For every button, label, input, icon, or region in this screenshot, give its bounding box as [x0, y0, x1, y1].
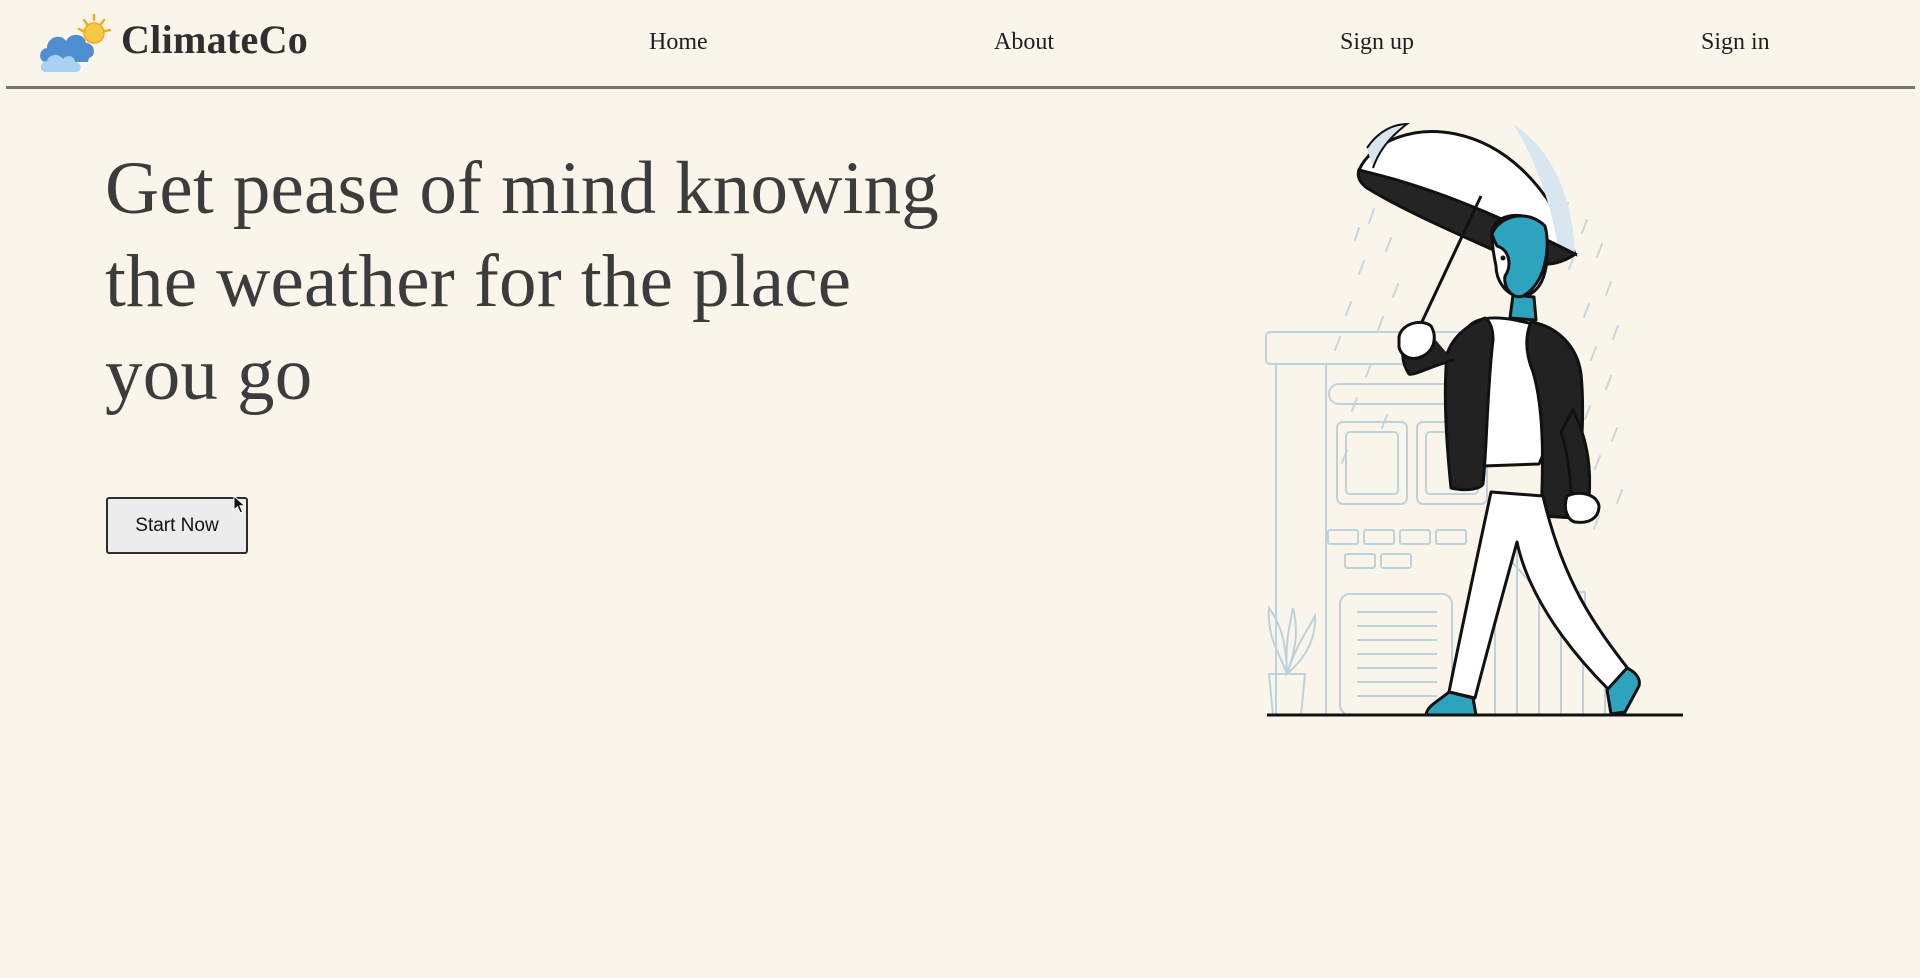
nav-signup-link[interactable]: Sign up — [1340, 26, 1414, 58]
pointer-arrow-icon — [233, 495, 247, 514]
hero-headline: Get pease of mind knowing the weather fo… — [105, 147, 939, 416]
man-with-umbrella-illustration — [1265, 122, 1683, 717]
header-divider — [6, 86, 1915, 89]
start-now-button[interactable]: Start Now — [106, 497, 248, 554]
brand-name[interactable]: ClimateCo — [121, 16, 308, 63]
nav-signin-link[interactable]: Sign in — [1701, 26, 1770, 58]
nav-about-link[interactable]: About — [994, 26, 1054, 58]
nav-home-link[interactable]: Home — [649, 26, 708, 58]
site-header: ClimateCo Home About Sign up Sign in — [0, 0, 1920, 90]
cloud-sun-icon[interactable] — [38, 12, 112, 76]
